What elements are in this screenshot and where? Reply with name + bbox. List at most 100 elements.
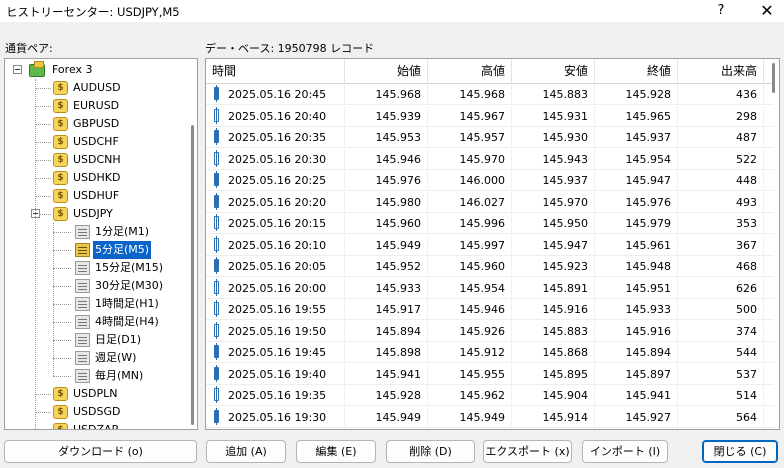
tree-timeframe-label: 5分足(M5) [93, 241, 152, 259]
cell-time: 2025.05.16 19:40 [206, 363, 345, 385]
table-row[interactable]: 2025.05.16 19:25145.993146.004145.938145… [206, 428, 774, 429]
tree-symbol[interactable]: $ USDZAR [5, 421, 185, 430]
cell-time-text: 2025.05.16 19:55 [228, 303, 327, 316]
tree-symbol[interactable]: $ EURUSD [5, 97, 185, 115]
tree-scrollbar[interactable] [191, 125, 194, 425]
tree-root[interactable]: Forex 3 [5, 61, 185, 79]
table-row[interactable]: 2025.05.16 19:30 145.949 145.949 145.914 145… [206, 406, 774, 428]
currency-icon: $ [53, 207, 68, 221]
timeframe-icon [75, 369, 90, 383]
tree-timeframe[interactable]: 週足(W) [5, 349, 185, 367]
cell-time: 2025.05.16 19:50 [206, 320, 345, 342]
cell-close: 145.941 [595, 385, 678, 406]
column-header-volume[interactable]: 出来高 [678, 59, 764, 84]
tree-symbol-label: USDZAR [73, 423, 120, 430]
cell-time: 2025.05.16 20:25 [206, 170, 345, 191]
tree-symbol-label: AUDUSD [73, 81, 121, 94]
cell-high: 145.955 [428, 363, 512, 385]
import-button[interactable]: インポート (I) [582, 440, 668, 463]
cell-time: 2025.05.16 20:05 [206, 256, 345, 277]
tree-symbol[interactable]: $ USDPLN [5, 385, 185, 403]
collapse-icon[interactable] [13, 65, 22, 74]
help-icon[interactable]: ? [706, 1, 736, 21]
column-header-low[interactable]: 安値 [512, 59, 595, 84]
cell-time-text: 2025.05.16 19:50 [228, 324, 327, 338]
cell-low: 145.891 [512, 277, 595, 299]
tree-timeframe[interactable]: 4時間足(H4) [5, 313, 185, 331]
cell-high: 145.967 [428, 105, 512, 127]
currency-icon: $ [53, 189, 68, 203]
tree-symbol[interactable]: $ AUDUSD [5, 79, 185, 97]
close-button[interactable]: 閉じる (C) [702, 440, 778, 463]
cell-high: 145.949 [428, 406, 512, 428]
tree-timeframe-selected[interactable]: 5分足(M5) [5, 241, 185, 259]
column-header-time[interactable]: 時間 [206, 59, 345, 84]
tree-timeframe[interactable]: 1時間足(H1) [5, 295, 185, 313]
tree-symbol[interactable]: $ GBPUSD [5, 115, 185, 133]
close-icon[interactable]: ✕ [752, 1, 782, 21]
table-row[interactable]: 2025.05.16 20:35 145.953 145.957 145.930 145… [206, 127, 774, 148]
cell-volume: 353 [678, 213, 764, 234]
cell-low: 145.950 [512, 213, 595, 234]
tree-symbol[interactable]: $ USDCHF [5, 133, 185, 151]
cell-volume: 298 [678, 105, 764, 127]
cell-close: 145.979 [595, 213, 678, 234]
cell-close: 145.954 [595, 148, 678, 170]
delete-button[interactable]: 削除 (D) [386, 440, 475, 463]
column-header-close[interactable]: 終値 [595, 59, 678, 84]
table-row[interactable]: 2025.05.16 20:00 145.933 145.954 145.891 145… [206, 277, 774, 299]
add-button[interactable]: 追加 (A) [206, 440, 286, 463]
tree-symbol[interactable]: $ USDHKD [5, 169, 185, 187]
table-row[interactable]: 2025.05.16 20:30 145.946 145.970 145.943 145… [206, 148, 774, 170]
cell-volume: 487 [678, 127, 764, 148]
tree-symbol-label: USDCHF [73, 135, 119, 148]
tree-symbol[interactable]: $ USDJPY [5, 205, 185, 223]
tree-timeframe[interactable]: 1分足(M1) [5, 223, 185, 241]
table-row[interactable]: 2025.05.16 20:45 145.968 145.968 145.883 145… [206, 84, 774, 105]
cell-close: 145.965 [595, 105, 678, 127]
cell-volume: 468 [678, 256, 764, 277]
cell-volume: 493 [678, 191, 764, 213]
table-row[interactable]: 2025.05.16 20:25 145.976 146.000 145.937 145… [206, 170, 774, 191]
grid-header: 時間 始値 高値 安値 終値 出来高 [206, 59, 774, 84]
timeframe-icon [75, 279, 90, 293]
column-header-high[interactable]: 高値 [428, 59, 512, 84]
candle-icon [214, 214, 219, 231]
cell-volume: 626 [678, 277, 764, 299]
tree-timeframe-label: 毎月(MN) [95, 369, 144, 382]
cell-close: 145.916 [595, 320, 678, 342]
edit-button[interactable]: 編集 (E) [296, 440, 376, 463]
symbol-tree[interactable]: Forex 3 $ AUDUSD $ EURUSD $ GBPUSD $ USDCHF $ USDC… [4, 58, 198, 430]
cell-high: 145.997 [428, 234, 512, 256]
tree-symbol[interactable]: $ USDSGD [5, 403, 185, 421]
table-row[interactable]: 2025.05.16 19:40 145.941 145.955 145.895 145… [206, 363, 774, 385]
table-row[interactable]: 2025.05.16 20:10 145.949 145.997 145.947 145… [206, 234, 774, 256]
tree-symbol-label: USDCNH [73, 153, 121, 166]
window-title: ヒストリーセンター: USDJPY,M5 [6, 5, 180, 19]
table-row[interactable]: 2025.05.16 20:15 145.960 145.996 145.950 145… [206, 213, 774, 234]
export-button[interactable]: エクスポート (x) [483, 440, 572, 463]
cell-volume: 374 [678, 320, 764, 342]
table-row[interactable]: 2025.05.16 20:05 145.952 145.960 145.923 145… [206, 256, 774, 277]
tree-timeframe[interactable]: 15分足(M15) [5, 259, 185, 277]
table-row[interactable]: 2025.05.16 20:40 145.939 145.967 145.931 145… [206, 105, 774, 127]
cell-time: 2025.05.16 19:25 [206, 428, 345, 429]
tree-symbol[interactable]: $ USDHUF [5, 187, 185, 205]
tree-symbol[interactable]: $ USDCNH [5, 151, 185, 169]
table-row[interactable]: 2025.05.16 19:50 145.894 145.926 145.883 145… [206, 320, 774, 342]
cell-low: 145.937 [512, 170, 595, 191]
cell-open: 145.933 [345, 277, 428, 299]
history-grid[interactable]: 時間 始値 高値 安値 終値 出来高 2025.05.16 20:45 145.968 145… [205, 58, 780, 430]
download-button[interactable]: ダウンロード (o) [4, 440, 197, 463]
tree-timeframe[interactable]: 日足(D1) [5, 331, 185, 349]
tree-timeframe[interactable]: 毎月(MN) [5, 367, 185, 385]
tree-symbol-label: USDHUF [73, 189, 120, 202]
table-row[interactable]: 2025.05.16 19:35 145.928 145.962 145.904 145… [206, 385, 774, 406]
database-label: デー・ベース: 1950798 レコード [205, 42, 375, 55]
table-row[interactable]: 2025.05.16 19:45 145.898 145.912 145.868 145… [206, 342, 774, 363]
column-header-open[interactable]: 始値 [345, 59, 428, 84]
timeframe-icon [75, 333, 90, 347]
table-row[interactable]: 2025.05.16 19:55 145.917 145.946 145.916 145… [206, 299, 774, 320]
table-row[interactable]: 2025.05.16 20:20 145.980 146.027 145.970 145… [206, 191, 774, 213]
tree-timeframe[interactable]: 30分足(M30) [5, 277, 185, 295]
